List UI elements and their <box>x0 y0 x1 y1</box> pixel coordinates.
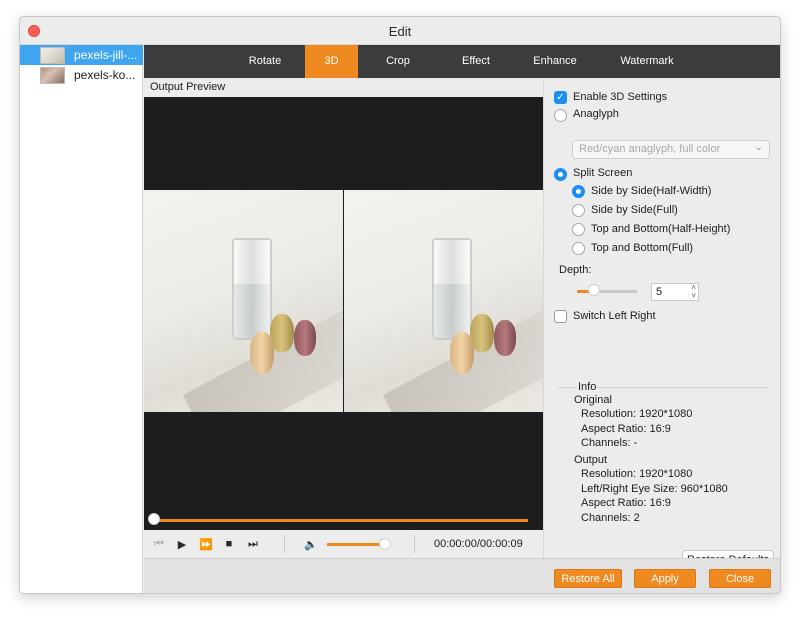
tab-bar: Rotate 3D Crop Effect Enhance Watermark <box>144 45 780 78</box>
macaron-image <box>250 332 274 374</box>
left-eye-frame <box>144 190 343 412</box>
glass-image <box>232 238 272 340</box>
stop-icon[interactable]: ■ <box>222 537 236 551</box>
original-heading: Original <box>574 394 612 406</box>
stepper-arrows-icon[interactable]: ˄ ˅ <box>691 284 696 300</box>
anaglyph-label[interactable]: Anaglyph <box>573 108 619 120</box>
switch-left-right-checkbox[interactable] <box>554 310 567 323</box>
tab-crop[interactable]: Crop <box>370 45 426 78</box>
output-heading: Output <box>574 454 608 466</box>
output-aspect-ratio: Aspect Ratio: 16:9 <box>581 497 671 509</box>
apply-button[interactable]: Apply <box>634 569 696 588</box>
top-bottom-half-label[interactable]: Top and Bottom(Half-Height) <box>591 223 730 235</box>
title-bar: Edit <box>20 17 780 45</box>
macaron-image <box>494 320 516 356</box>
volume-icon[interactable]: 🔈 <box>304 537 318 551</box>
file-item-label: pexels-jill-... <box>74 48 138 62</box>
file-thumbnail <box>40 67 65 84</box>
3d-settings-panel: ✓ Enable 3D Settings Anaglyph Red/cyan a… <box>543 78 780 570</box>
original-aspect-ratio: Aspect Ratio: 16:9 <box>581 423 671 435</box>
anaglyph-select-value: Red/cyan anaglyph, full color <box>579 143 721 155</box>
original-resolution: Resolution: 1920*1080 <box>581 408 693 420</box>
macaron-image <box>294 320 316 356</box>
glass-image <box>432 238 472 340</box>
restore-all-button[interactable]: Restore All <box>554 569 622 588</box>
top-bottom-full-label[interactable]: Top and Bottom(Full) <box>591 242 693 254</box>
original-channels: Channels: - <box>581 437 638 449</box>
anaglyph-radio[interactable] <box>554 109 567 122</box>
water-shape <box>434 284 470 338</box>
chevron-down-icon: ⌄ <box>754 142 763 153</box>
macaron-image <box>450 332 474 374</box>
file-item-label: pexels-ko... <box>74 68 136 82</box>
previous-frame-icon[interactable]: ⏮ <box>152 537 166 551</box>
enable-3d-checkbox[interactable]: ✓ <box>554 91 567 104</box>
output-channels: Channels: 2 <box>581 512 640 524</box>
file-list: pexels-jill-... pexels-ko... <box>20 45 143 593</box>
seek-bar[interactable] <box>154 519 528 522</box>
tab-3d[interactable]: 3D <box>305 45 358 78</box>
preview-title: Output Preview <box>150 81 226 93</box>
depth-value: 5 <box>656 286 663 298</box>
video-preview <box>144 97 543 530</box>
depth-label: Depth: <box>559 264 592 276</box>
seek-handle[interactable] <box>148 513 160 525</box>
depth-slider-handle[interactable] <box>588 284 600 296</box>
enable-3d-label[interactable]: Enable 3D Settings <box>573 91 667 103</box>
anaglyph-select[interactable]: Red/cyan anaglyph, full color ⌄ <box>572 140 770 159</box>
depth-slider[interactable] <box>577 290 637 293</box>
split-screen-label[interactable]: Split Screen <box>573 167 632 179</box>
window-title: Edit <box>388 24 412 39</box>
top-bottom-half-radio[interactable] <box>572 223 585 236</box>
file-item[interactable]: pexels-ko... <box>20 65 143 85</box>
edit-window: Edit pexels-jill-... pexels-ko... Rotate… <box>19 16 781 594</box>
preview-panel: Output Preview <box>144 78 543 558</box>
play-icon[interactable]: ▶ <box>175 537 189 551</box>
file-item[interactable]: pexels-jill-... <box>20 45 143 65</box>
file-thumbnail <box>40 47 65 64</box>
output-resolution: Resolution: 1920*1080 <box>581 468 693 480</box>
divider <box>414 535 415 553</box>
top-bottom-full-radio[interactable] <box>572 242 585 255</box>
info-heading: Info <box>577 381 598 393</box>
right-eye-frame <box>344 190 543 412</box>
next-frame-icon[interactable]: ⏭ <box>246 537 260 551</box>
depth-stepper[interactable]: 5 ˄ ˅ <box>651 283 699 301</box>
close-button[interactable]: Close <box>709 569 771 588</box>
timecode: 00:00:00/00:00:09 <box>434 538 523 550</box>
side-by-side-half-label[interactable]: Side by Side(Half-Width) <box>591 185 711 197</box>
output-eye-size: Left/Right Eye Size: 960*1080 <box>581 483 728 495</box>
footer-bar: Restore All Apply Close <box>144 558 780 593</box>
playback-controls: ⏮ ▶ ⏩ ■ ⏭ 🔈 00:00:00/00:00:09 <box>144 530 543 558</box>
side-by-side-full-radio[interactable] <box>572 204 585 217</box>
side-by-side-half-radio[interactable] <box>572 185 585 198</box>
tab-watermark[interactable]: Watermark <box>607 45 687 78</box>
water-shape <box>234 284 270 338</box>
switch-left-right-label[interactable]: Switch Left Right <box>573 310 656 322</box>
tab-effect[interactable]: Effect <box>444 45 508 78</box>
fast-forward-icon[interactable]: ⏩ <box>199 537 213 551</box>
volume-slider[interactable] <box>327 543 385 546</box>
side-by-side-full-label[interactable]: Side by Side(Full) <box>591 204 678 216</box>
split-screen-radio[interactable] <box>554 168 567 181</box>
volume-handle[interactable] <box>379 538 391 550</box>
divider <box>284 535 285 553</box>
tab-rotate[interactable]: Rotate <box>229 45 301 78</box>
tab-enhance[interactable]: Enhance <box>522 45 588 78</box>
